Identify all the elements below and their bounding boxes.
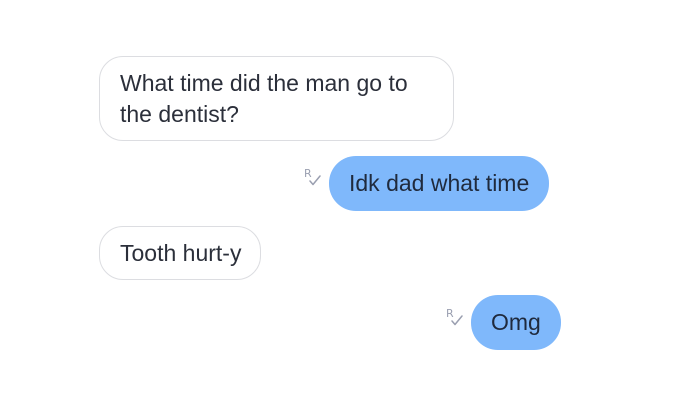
incoming-message-bubble[interactable]: Tooth hurt-y	[99, 226, 262, 280]
read-receipt-icon: R	[445, 306, 465, 328]
outgoing-message-bubble[interactable]: Omg	[471, 295, 561, 350]
message-text: What time did the man go to the dentist?	[120, 70, 408, 127]
outgoing-message-bubble[interactable]: Idk dad what time	[329, 156, 550, 211]
message-text: Idk dad what time	[349, 170, 530, 196]
message-text: Omg	[491, 309, 541, 335]
message-text: Tooth hurt-y	[120, 240, 242, 266]
message-thread: What time did the man go to the dentist?…	[0, 0, 680, 408]
read-receipt-icon: R	[303, 166, 323, 188]
incoming-message-bubble[interactable]: What time did the man go to the dentist?	[99, 56, 454, 141]
svg-text:R: R	[446, 307, 454, 320]
svg-text:R: R	[304, 167, 312, 180]
